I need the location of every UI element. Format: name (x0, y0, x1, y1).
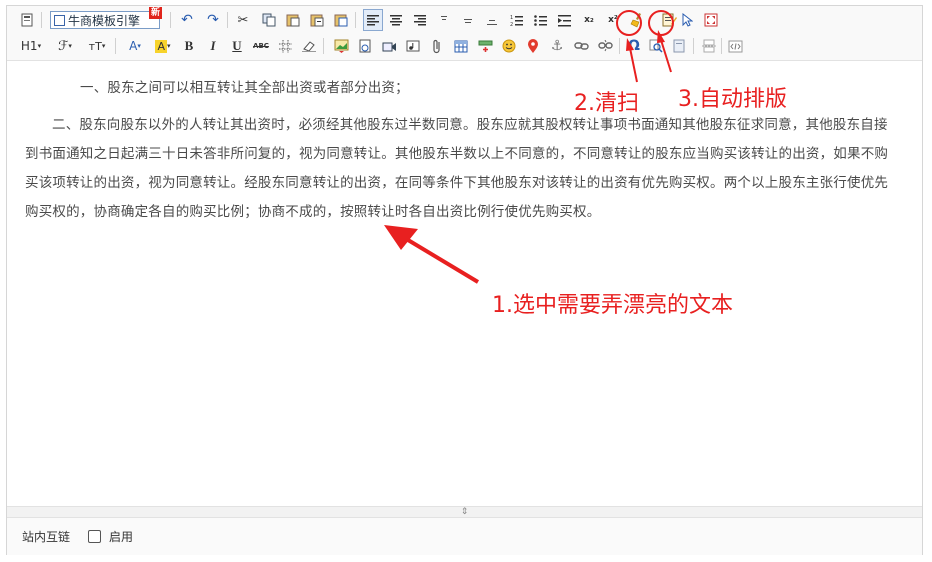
template-icon (54, 14, 65, 26)
unlink-icon[interactable] (595, 35, 615, 57)
strikethrough-button[interactable]: ABC (251, 35, 271, 57)
paragraph-spacing-bottom-icon[interactable] (482, 9, 502, 31)
cut-icon[interactable]: ✂ (233, 9, 253, 31)
paragraph-1[interactable]: 一、股东之间可以相互转让其全部出资或者部分出资； (53, 75, 409, 101)
editor-resize-handle[interactable]: ⇕ (7, 506, 922, 518)
chevron-down-icon: ▾ (137, 42, 141, 50)
anchor-icon[interactable]: ⚓ (547, 35, 567, 57)
italic-button[interactable]: I (203, 35, 223, 57)
annotation-step-2: 2.清扫 (574, 91, 639, 116)
fullscreen-icon[interactable] (701, 9, 721, 31)
underline-button[interactable]: U (227, 35, 247, 57)
heading-label: H1 (20, 39, 38, 53)
copy-icon[interactable] (259, 9, 279, 31)
template-doc-icon[interactable] (669, 35, 689, 57)
bold-button[interactable]: B (179, 35, 199, 57)
highlight-circle-typeset (648, 10, 674, 36)
unordered-list-icon[interactable] (530, 9, 550, 31)
line-height-icon[interactable] (434, 9, 454, 31)
chevron-down-icon: ▾ (167, 42, 171, 50)
font-color-label: A (129, 39, 138, 53)
background-color-button[interactable]: A ▾ (151, 35, 175, 57)
font-color-button[interactable]: A ▾ (123, 35, 147, 57)
paragraph-2[interactable]: 二、股东向股东以外的人转让其出资时，必须经其他股东过半数同意。股东应就其股权转让… (25, 111, 899, 227)
source-doc-icon[interactable] (17, 9, 37, 31)
map-marker-icon[interactable] (523, 35, 543, 57)
insert-row-icon[interactable] (475, 35, 495, 57)
paste-icon[interactable] (283, 9, 303, 31)
new-badge: 新 (149, 7, 163, 19)
redo-icon[interactable]: ↷ (203, 9, 223, 31)
insert-table-icon[interactable] (451, 35, 471, 57)
insert-image-icon[interactable] (331, 35, 351, 57)
special-char-button[interactable]: Ω (624, 35, 644, 57)
enable-checkbox[interactable] (88, 530, 102, 543)
paste-text-icon[interactable] (307, 9, 327, 31)
font-size-label: ᴛT (88, 39, 102, 53)
indent-icon[interactable] (554, 9, 574, 31)
border-grid-icon[interactable] (275, 35, 295, 57)
paragraph-spacing-top-icon[interactable] (458, 9, 478, 31)
annotation-step-1: 1.选中需要弄漂亮的文本 (492, 293, 733, 318)
svg-text:2: 2 (510, 22, 513, 27)
align-right-icon[interactable] (410, 9, 430, 31)
page-break-icon[interactable] (699, 35, 719, 57)
svg-text:1: 1 (510, 15, 513, 21)
align-left-icon[interactable] (363, 9, 383, 31)
html-source-icon[interactable] (725, 35, 745, 57)
template-engine-select[interactable]: 牛商模板引擎 (50, 11, 160, 29)
editor-content-area[interactable]: 一、股东之间可以相互转让其全部出资或者部分出资； 二、股东向股东以外的人转让其出… (7, 61, 922, 506)
chevron-down-icon: ▾ (37, 42, 42, 50)
chevron-down-icon: ▾ (68, 42, 72, 50)
insert-music-icon[interactable] (403, 35, 423, 57)
undo-icon[interactable]: ↶ (177, 9, 197, 31)
emoji-icon[interactable] (499, 35, 519, 57)
insert-video-icon[interactable] (379, 35, 399, 57)
attachment-icon[interactable] (427, 35, 447, 57)
chevron-down-icon: ▾ (101, 42, 106, 50)
select-all-cursor-icon[interactable] (677, 9, 697, 31)
font-family-label: ℱ (58, 38, 69, 54)
link-icon[interactable] (571, 35, 591, 57)
paste-word-icon[interactable] (331, 9, 351, 31)
insert-link-image-icon[interactable] (355, 35, 375, 57)
eraser-icon[interactable] (299, 35, 319, 57)
align-center-icon[interactable] (386, 9, 406, 31)
internal-link-label: 站内互链 (22, 530, 71, 544)
editor-toolbar: 牛商模板引擎 新 ↶ ↷ ✂ 1 2 x₂ x² H1 ▾ ℱ ▾ ᴛT ▾ A… (7, 6, 922, 61)
highlight-circle-broom (616, 10, 642, 36)
subscript-icon[interactable]: x₂ (579, 9, 599, 31)
annotation-step-3: 3.自动排版 (678, 87, 787, 112)
font-family-dropdown[interactable]: ℱ ▾ (51, 35, 79, 57)
heading-dropdown[interactable]: H1 ▾ (17, 35, 45, 57)
editor-footer: 站内互链 启用 (7, 518, 922, 555)
background-color-label: A (155, 39, 167, 53)
font-size-dropdown[interactable]: ᴛT ▾ (83, 35, 111, 57)
search-replace-icon[interactable] (646, 35, 666, 57)
template-select-label: 牛商模板引擎 (68, 13, 141, 28)
ordered-list-icon[interactable]: 12 (506, 9, 526, 31)
enable-label: 启用 (109, 530, 134, 544)
